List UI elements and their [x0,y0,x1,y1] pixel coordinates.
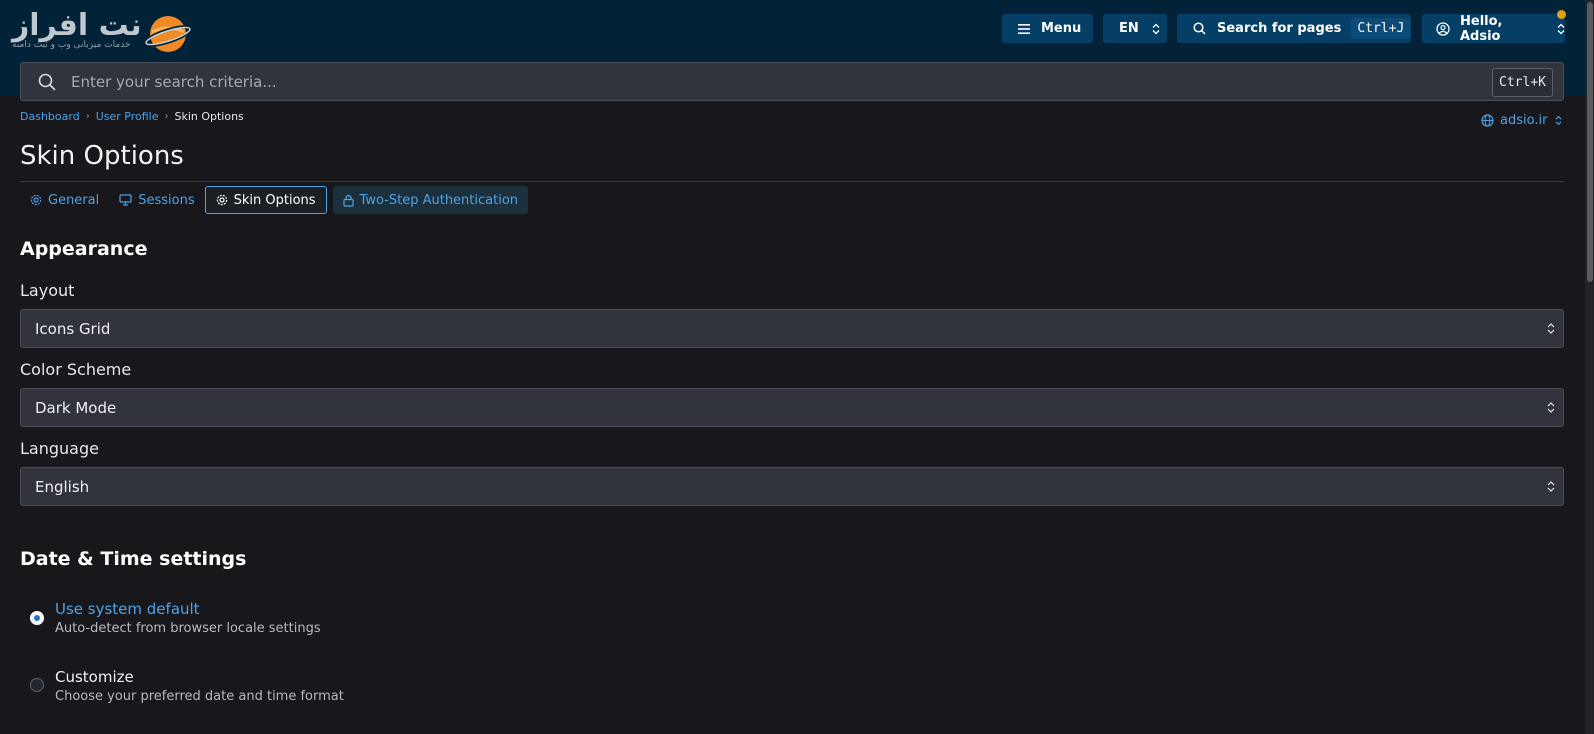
breadcrumb-dashboard[interactable]: Dashboard [20,110,80,123]
appearance-heading: Appearance [20,238,148,260]
site-selector[interactable]: adsio.ir [1481,113,1562,128]
monitor-icon [119,194,132,206]
chevron-updown-icon [1547,481,1555,492]
chevron-updown-icon [1547,323,1555,334]
chevron-updown-icon [1555,115,1562,126]
language-select[interactable]: EN [1103,14,1167,43]
tab-two-step-authentication[interactable]: Two-Step Authentication [332,186,529,214]
customize-title[interactable]: Customize [55,668,134,686]
page-scrollbar-thumb[interactable] [1587,2,1593,282]
tab-label: General [48,192,100,208]
breadcrumb-current: Skin Options [174,110,244,123]
tab-sessions[interactable]: Sessions [109,186,204,214]
gear-icon [30,194,42,206]
use-system-default-description: Auto-detect from browser locale settings [55,621,321,636]
tab-label: Skin Options [233,192,316,208]
layout-select-value: Icons Grid [35,320,111,338]
chevron-updown-icon [1152,23,1160,34]
page-search-button[interactable]: Search for pages Ctrl+J [1177,14,1411,43]
menu-button[interactable]: Menu [1002,14,1093,43]
search-icon [1193,22,1206,35]
use-system-default-title[interactable]: Use system default [55,600,200,618]
user-circle-icon [1436,21,1450,36]
color-scheme-label: Color Scheme [20,360,132,379]
language-select-field[interactable]: English [20,467,1564,506]
user-greeting: Hello, Adsio [1460,13,1503,44]
menu-button-label: Menu [1041,21,1082,36]
global-search-input[interactable]: Enter your search criteria... Ctrl+K [20,62,1564,101]
page-search-label: Search for pages [1217,21,1342,36]
profile-tabs: General Sessions Skin Options Two-Step A… [20,186,529,214]
gear-icon [216,194,227,206]
search-placeholder: Enter your search criteria... [71,73,277,91]
logo-subtitle: خدمات میزبانی وب و ثبت دامنه [12,40,131,50]
tab-skin-options[interactable]: Skin Options [204,186,327,214]
planet-logo-icon [144,16,192,52]
title-divider [20,181,1564,182]
lock-icon [342,194,354,207]
radio-customize[interactable] [30,678,44,692]
tab-general[interactable]: General [20,186,109,214]
color-scheme-select-value: Dark Mode [35,399,117,417]
site-domain: adsio.ir [1500,113,1548,128]
breadcrumb-user-profile[interactable]: User Profile [96,110,159,123]
logo-text: نت افراز [12,8,143,43]
breadcrumb-separator-icon: › [85,111,90,122]
notification-dot [1557,10,1566,19]
page-title: Skin Options [20,141,184,171]
brand-logo[interactable]: نت افراز خدمات میزبانی وب و ثبت دامنه [10,8,195,58]
color-scheme-select[interactable]: Dark Mode [20,388,1564,427]
hamburger-icon [1018,23,1030,34]
tab-label: Two-Step Authentication [359,192,519,208]
user-menu-button[interactable]: Hello, Adsio [1422,13,1565,44]
radio-use-system-default[interactable] [30,611,44,625]
search-icon [38,73,56,91]
language-label: Language [20,439,99,458]
breadcrumb: Dashboard › User Profile › Skin Options [20,110,244,123]
search-shortcut: Ctrl+K [1492,68,1553,97]
chevron-updown-icon [1547,402,1555,413]
layout-select[interactable]: Icons Grid [20,309,1564,348]
customize-description: Choose your preferred date and time form… [55,689,344,704]
globe-icon [1481,114,1494,127]
chevron-updown-icon [1557,23,1565,34]
tab-label: Sessions [138,192,195,208]
language-select-value: EN [1119,21,1139,36]
page-search-shortcut: Ctrl+J [1351,18,1411,39]
date-time-heading: Date & Time settings [20,548,247,570]
breadcrumb-separator-icon: › [164,111,169,122]
layout-label: Layout [20,281,75,300]
language-select-value: English [35,478,90,496]
